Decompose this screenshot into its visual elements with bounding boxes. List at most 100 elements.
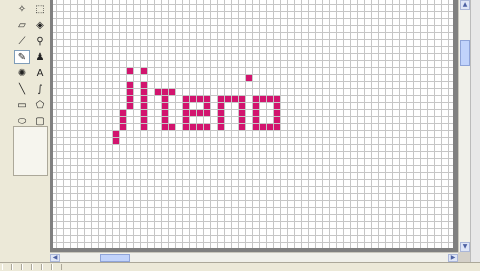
fill-bucket-icon: ◈ xyxy=(36,19,44,31)
painted-pixel xyxy=(238,109,245,116)
free-form-select-icon: ✧ xyxy=(17,3,27,15)
tool-ellipse[interactable]: ⬭ xyxy=(14,114,30,128)
painted-pixel xyxy=(196,123,203,130)
painted-pixel xyxy=(140,123,147,130)
status-segment xyxy=(2,264,12,270)
painted-pixel xyxy=(140,88,147,95)
tool-rectangle[interactable]: ▭ xyxy=(14,98,30,112)
rounded-rectangle-icon: ▢ xyxy=(35,115,45,127)
painted-pixel xyxy=(203,102,210,109)
painted-pixel xyxy=(252,95,259,102)
painted-pixel xyxy=(273,116,280,123)
painted-pixel xyxy=(140,81,147,88)
painted-pixel xyxy=(161,102,168,109)
painted-pixel xyxy=(182,95,189,102)
painted-pixel xyxy=(182,123,189,130)
painted-pixel xyxy=(273,123,280,130)
tool-magnifier[interactable]: ⚲ xyxy=(32,34,48,48)
tool-curve[interactable]: ∫ xyxy=(32,82,48,96)
painted-pixel xyxy=(126,102,133,109)
magnifier-icon: ⚲ xyxy=(36,35,44,47)
painted-pixel xyxy=(168,123,175,130)
rectangle-icon: ▭ xyxy=(17,99,27,111)
painted-pixel xyxy=(203,95,210,102)
tool-select[interactable]: ⬚ xyxy=(32,2,48,16)
tool-fill[interactable]: ◈ xyxy=(32,18,48,32)
painted-pixel xyxy=(189,123,196,130)
polygon-icon: ⬠ xyxy=(35,99,45,111)
line-icon: ╲ xyxy=(18,83,26,95)
painted-pixel xyxy=(252,102,259,109)
text-icon: A xyxy=(36,67,44,79)
horizontal-scroll-thumb[interactable] xyxy=(100,254,130,262)
status-segment xyxy=(22,264,32,270)
painted-pixel xyxy=(259,95,266,102)
painted-pixel xyxy=(238,95,245,102)
ellipse-icon: ⬭ xyxy=(17,115,27,127)
painted-pixel xyxy=(238,123,245,130)
drawing-canvas[interactable] xyxy=(53,0,453,248)
painted-pixel xyxy=(273,95,280,102)
vertical-scroll-thumb[interactable] xyxy=(460,40,470,66)
tool-airbrush[interactable]: ✺ xyxy=(14,66,30,80)
tool-eraser[interactable]: ▱ xyxy=(14,18,30,32)
painted-pixel xyxy=(217,95,224,102)
painted-pixel xyxy=(196,95,203,102)
painted-pixel xyxy=(168,88,175,95)
tool-options-box[interactable] xyxy=(13,126,48,176)
eyedropper-icon: ⟋ xyxy=(18,35,26,47)
painted-pixel xyxy=(119,109,126,116)
painted-pixel xyxy=(252,109,259,116)
scroll-down-icon[interactable]: ▼ xyxy=(460,242,470,252)
painted-pixel xyxy=(126,88,133,95)
painted-pixel xyxy=(182,102,189,109)
painted-pixel xyxy=(161,123,168,130)
painted-pixel xyxy=(266,123,273,130)
tool-pencil[interactable]: ✎ xyxy=(14,50,30,64)
painted-pixel xyxy=(245,74,252,81)
scroll-up-icon[interactable]: ▲ xyxy=(460,0,470,10)
airbrush-icon: ✺ xyxy=(17,67,27,79)
tool-free-select[interactable]: ✧ xyxy=(14,2,30,16)
scroll-left-icon[interactable]: ◀ xyxy=(50,254,60,262)
painted-pixel xyxy=(189,95,196,102)
tool-line[interactable]: ╲ xyxy=(14,82,30,96)
painted-pixel xyxy=(161,116,168,123)
painted-pixel xyxy=(126,95,133,102)
painted-pixel xyxy=(140,116,147,123)
painted-pixel xyxy=(161,109,168,116)
painted-pixel xyxy=(154,88,161,95)
painted-pixel xyxy=(273,102,280,109)
curve-icon: ∫ xyxy=(37,83,43,95)
status-segment xyxy=(32,264,42,270)
painted-pixel xyxy=(119,123,126,130)
tool-pick-color[interactable]: ⟋ xyxy=(14,34,30,48)
painted-pixel xyxy=(238,116,245,123)
painted-pixel xyxy=(217,109,224,116)
pixel-grid xyxy=(53,0,453,248)
painted-pixel xyxy=(259,123,266,130)
painted-pixel xyxy=(266,95,273,102)
tool-text[interactable]: A xyxy=(32,66,48,80)
painted-pixel xyxy=(112,137,119,144)
scroll-right-icon[interactable]: ▶ xyxy=(448,254,458,262)
painted-pixel xyxy=(273,109,280,116)
painted-pixel xyxy=(140,102,147,109)
painted-pixel xyxy=(238,102,245,109)
painted-pixel xyxy=(217,102,224,109)
painted-pixel xyxy=(189,109,196,116)
tool-rounded-rect[interactable]: ▢ xyxy=(32,114,48,128)
painted-pixel xyxy=(161,88,168,95)
tool-polygon[interactable]: ⬠ xyxy=(32,98,48,112)
painted-pixel xyxy=(161,95,168,102)
painted-pixel xyxy=(182,116,189,123)
tool-brush[interactable]: ♟ xyxy=(32,50,48,64)
painted-pixel xyxy=(231,95,238,102)
painted-pixel xyxy=(126,67,133,74)
painted-pixel xyxy=(112,130,119,137)
eraser-icon: ▱ xyxy=(18,19,26,31)
status-segment xyxy=(42,264,52,270)
canvas-workspace xyxy=(50,0,458,252)
status-segment xyxy=(12,264,22,270)
painted-pixel xyxy=(203,123,210,130)
